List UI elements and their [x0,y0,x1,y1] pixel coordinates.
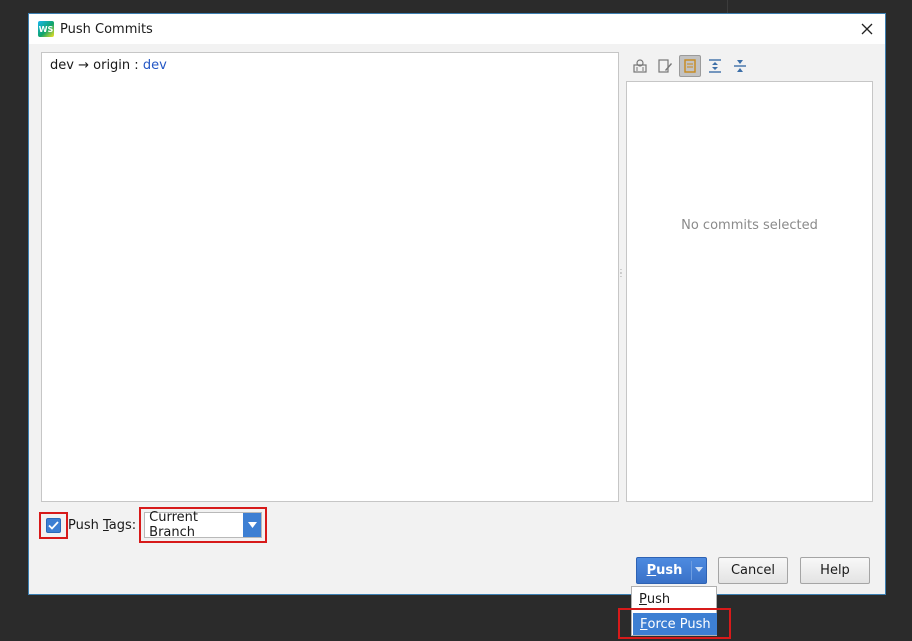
close-button[interactable] [857,19,877,39]
push-button-label-rest: ush [656,563,683,578]
branch-row[interactable]: dev → origin : dev [50,58,167,73]
push-tags-checkbox-highlight [39,511,68,539]
expand-all-icon [709,59,721,73]
dialog-title: Push Commits [60,21,153,37]
force-push-highlight [618,608,731,639]
menu-push-label-rest: ush [646,591,671,607]
show-details-button[interactable] [679,55,701,77]
push-tags-label-prefix: Push [68,517,103,533]
splitter-handle[interactable]: :: [619,267,623,283]
push-tags-row: Push Tags: Current Branch [39,507,268,543]
collapse-all-icon [734,60,746,72]
push-tags-combo-highlight: Current Branch [139,507,268,543]
push-tags-select[interactable]: Current Branch [144,510,263,540]
combo-dropdown-button[interactable] [243,513,262,537]
chevron-down-icon [247,522,257,528]
expand-all-button[interactable] [704,55,726,77]
menu-push-mnemonic: P [639,591,647,607]
arrow-icon: → [78,58,89,73]
push-button-separator [691,561,692,580]
push-tags-selected-value: Current Branch [149,510,198,540]
collapse-all-button[interactable] [729,55,751,77]
push-button[interactable]: Push [636,557,707,584]
background-divider [727,0,728,13]
author-button[interactable] [629,55,651,77]
push-commits-dialog: WS Push Commits dev → origin : dev :: No… [28,13,886,595]
commit-details-panel: No commits selected [626,81,873,502]
source-branch: dev [50,58,74,73]
push-button-mnemonic: P [646,563,657,578]
show-details-icon [684,59,696,73]
close-icon [861,23,873,35]
target-branch[interactable]: dev [143,58,167,73]
push-button-label: Push [647,563,683,578]
webstorm-logo-icon: WS [38,21,54,37]
push-tags-checkbox[interactable] [46,517,61,533]
empty-details-message: No commits selected [681,218,818,233]
checkmark-icon [48,520,59,530]
author-icon [633,59,647,73]
edit-icon [658,59,672,73]
details-toolbar [629,54,754,78]
remote-name: origin [93,58,131,73]
cancel-button[interactable]: Cancel [718,557,788,584]
push-tags-label: Push Tags: [68,518,136,533]
help-button[interactable]: Help [800,557,870,584]
edit-button[interactable] [654,55,676,77]
commits-tree-panel[interactable]: dev → origin : dev [41,52,619,502]
push-options-chevron-icon[interactable] [695,567,703,572]
dialog-buttons: Push Cancel Help [29,557,885,585]
title-bar[interactable]: WS Push Commits [29,14,885,44]
branch-separator: : [134,58,139,73]
push-tags-label-suffix: ags: [108,517,137,533]
menu-item-push[interactable]: Push [632,588,716,610]
